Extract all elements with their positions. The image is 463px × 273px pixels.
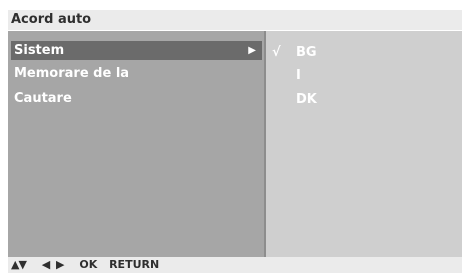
up-down-arrows-icon: ▲▼ xyxy=(11,258,27,271)
menu-list-panel: Sistem ▶ Memorare de la Cautare xyxy=(8,31,264,257)
option-label: BG xyxy=(296,45,317,60)
left-right-arrows-icon: ◀ ▶ xyxy=(41,258,66,271)
option-i[interactable]: I xyxy=(266,66,462,85)
option-bg[interactable]: √ BG xyxy=(266,43,462,62)
menu-item-cautare[interactable]: Cautare xyxy=(11,89,262,108)
menu-item-label: Cautare xyxy=(14,91,72,106)
menu-title-bar: Acord auto xyxy=(8,10,462,30)
key-hint-bar: ▲▼ ◀ ▶ OK RETURN xyxy=(8,257,462,273)
return-key-hint: RETURN xyxy=(109,258,160,271)
option-dk[interactable]: DK xyxy=(266,90,462,109)
page-title: Acord auto xyxy=(11,12,92,27)
menu-item-memorare-de-la[interactable]: Memorare de la xyxy=(11,64,262,83)
check-mark-icon: √ xyxy=(272,45,281,60)
menu-item-label: Sistem xyxy=(14,43,65,58)
menu-item-sistem[interactable]: Sistem ▶ xyxy=(11,41,262,60)
options-panel: √ BG I DK xyxy=(266,31,462,257)
menu-body: Sistem ▶ Memorare de la Cautare √ BG I D… xyxy=(8,31,462,257)
submenu-arrow-icon: ▶ xyxy=(248,45,256,56)
option-label: I xyxy=(296,68,301,83)
option-label: DK xyxy=(296,92,317,107)
menu-item-label: Memorare de la xyxy=(14,66,130,81)
ok-key-hint: OK xyxy=(79,258,98,271)
